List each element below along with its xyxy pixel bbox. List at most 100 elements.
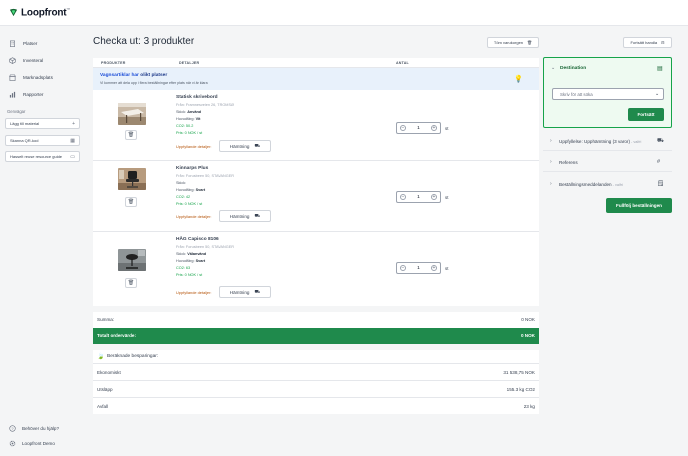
gear-icon bbox=[9, 440, 16, 447]
trash-icon: 🗑 bbox=[527, 40, 533, 45]
saddle-chair-image bbox=[118, 249, 146, 271]
note-icon: 🗒 bbox=[657, 181, 664, 187]
reference-accordion[interactable]: › Referens # bbox=[543, 152, 672, 172]
fulfilment-details-label: Uppfyllande detaljer: bbox=[176, 144, 212, 149]
product-price: Pris: 0 NOK / st bbox=[176, 202, 203, 206]
savings-row: Utsläpp 155.3 kg CO2 bbox=[93, 380, 539, 397]
account-menu[interactable]: Loopfront Demo bbox=[9, 440, 55, 447]
product-co2: CO2: 50.2 bbox=[176, 124, 194, 128]
desk-image bbox=[118, 103, 146, 125]
product-color: Huvudfärg: Svart bbox=[176, 259, 206, 263]
sidebar: Platser Inventeral Marknadsplats Rapport… bbox=[0, 26, 84, 456]
lightbulb-icon: 💡 bbox=[514, 76, 523, 83]
decrement-button[interactable]: − bbox=[400, 194, 406, 200]
pickup-button[interactable]: Hämtning ⛟ bbox=[219, 210, 271, 222]
quantity-unit: st bbox=[445, 126, 449, 131]
add-material-button[interactable]: Lägg till material + bbox=[5, 118, 80, 129]
savings-row: Avfall 23 kg bbox=[93, 397, 539, 414]
cart-table: PRODUKTER DETALJER ANTAL Vagnsartiklar h… bbox=[93, 58, 539, 306]
increment-button[interactable]: + bbox=[430, 265, 437, 271]
sidebar-item-rapporter[interactable]: Rapporter bbox=[9, 91, 43, 98]
order-total-row: Totalt ordervärde: 0 NOK bbox=[93, 328, 539, 344]
column-details: DETALJER bbox=[179, 61, 200, 65]
truck-icon: ⛟ bbox=[657, 138, 664, 144]
savings-panel: 🍃 Beräknade besparingar: Ekonomiskt 31 5… bbox=[93, 350, 539, 414]
chevron-down-icon[interactable]: ⌄ bbox=[551, 65, 555, 71]
pickup-button[interactable]: Hämtning ⛟ bbox=[219, 286, 271, 298]
product-color: Huvudfärg: Vit bbox=[176, 117, 201, 121]
document-icon: ▤ bbox=[657, 66, 663, 72]
product-condition: Skick: bbox=[176, 181, 187, 185]
fulfilment-details-label: Uppfyllande detaljer: bbox=[176, 290, 212, 295]
logo[interactable]: Loopfront™ bbox=[9, 7, 70, 18]
plus-icon: + bbox=[72, 120, 75, 127]
quantity-value: 1 bbox=[417, 194, 420, 200]
trash-icon: 🗑 bbox=[127, 132, 135, 138]
continue-shopping-button[interactable]: Fortsätt handla ⊟ bbox=[623, 37, 672, 48]
svg-text:?: ? bbox=[11, 426, 14, 431]
product-name: HÅG Capisco 8106 bbox=[176, 237, 219, 242]
cart-row: 🗑 Statisk skrivebord Från: Framnesveien … bbox=[93, 91, 539, 161]
location-banner: Vagnsartiklar har olikt platser Vi komme… bbox=[93, 68, 539, 90]
book-icon: ▭ bbox=[70, 153, 75, 160]
cart-row: 🗑 Kinnarps Plus Från: Forusbeen 50, STAV… bbox=[93, 162, 539, 232]
banner-subtitle: Vi kommer att dela upp i flera beställni… bbox=[100, 81, 208, 85]
cart-icon: ⊟ bbox=[661, 40, 665, 45]
product-image bbox=[118, 103, 146, 125]
decrement-button[interactable]: − bbox=[400, 265, 406, 271]
destination-search-select[interactable]: Skriv för att söka ⌄ bbox=[552, 88, 664, 100]
remove-item-button[interactable]: 🗑 bbox=[125, 278, 137, 288]
product-image bbox=[118, 249, 146, 271]
continue-button[interactable]: Fortsätt bbox=[628, 108, 664, 121]
qr-code-icon: ▦ bbox=[70, 137, 75, 144]
remove-item-button[interactable]: 🗑 bbox=[125, 197, 137, 207]
store-icon bbox=[9, 74, 16, 81]
product-image bbox=[118, 168, 146, 190]
scan-qr-button[interactable]: Skanna QR-kod ▦ bbox=[5, 135, 80, 146]
cart-header: PRODUKTER DETALJER ANTAL bbox=[93, 58, 539, 68]
increment-button[interactable]: + bbox=[430, 125, 437, 131]
page-title: Checka ut: 3 produkter bbox=[93, 36, 195, 47]
resource-guide-button[interactable]: Hasselt reuse resource guide ▭ bbox=[5, 151, 80, 162]
product-name: Kinnarps Plus bbox=[176, 166, 209, 171]
fulfilment-accordion[interactable]: › Uppfyllelse: Upphämtning (3 varor) - v… bbox=[543, 131, 672, 151]
chevron-right-icon: › bbox=[550, 181, 552, 187]
building-icon bbox=[10, 40, 15, 47]
trash-icon: 🗑 bbox=[127, 199, 135, 205]
sidebar-item-platser[interactable]: Platser bbox=[9, 40, 37, 47]
order-total-value: 0 NOK bbox=[520, 333, 535, 338]
quantity-value: 1 bbox=[417, 265, 420, 271]
sidebar-item-inventeral[interactable]: Inventeral bbox=[9, 57, 43, 64]
product-color: Huvudfärg: Svart bbox=[176, 188, 206, 192]
quantity-stepper[interactable]: − 1 + bbox=[396, 191, 441, 203]
fulfilment-details-label: Uppfyllande detaljer: bbox=[176, 214, 212, 219]
column-quantity: ANTAL bbox=[396, 61, 409, 65]
savings-title: Beräknade besparingar: bbox=[107, 354, 159, 359]
quantity-stepper[interactable]: − 1 + bbox=[396, 262, 441, 274]
help-circle-icon: ? bbox=[9, 425, 16, 432]
product-price: Pris: 0 NOK / st bbox=[176, 131, 203, 135]
remove-item-button[interactable]: 🗑 bbox=[125, 130, 137, 140]
clear-cart-button[interactable]: Töm varukorgen 🗑 bbox=[487, 37, 539, 48]
sidebar-item-marknadsplats[interactable]: Marknadsplats bbox=[9, 74, 53, 81]
quantity-stepper[interactable]: − 1 + bbox=[396, 122, 441, 134]
column-products: PRODUKTER bbox=[101, 61, 126, 65]
order-message-accordion[interactable]: › Beställningsmeddelanden - valfri 🗒 bbox=[543, 174, 672, 194]
leaf-logo-icon bbox=[9, 9, 18, 17]
product-price: Pris: 0 NOK / st bbox=[176, 273, 203, 277]
complete-order-button[interactable]: Fullfölj beställningen bbox=[606, 198, 672, 213]
decrement-button[interactable]: − bbox=[400, 125, 406, 131]
help-link[interactable]: ? Behöver du hjälp? bbox=[9, 425, 59, 432]
sum-row: Summa: 0 NOK bbox=[93, 312, 539, 328]
sum-label: Summa: bbox=[97, 317, 115, 322]
report-icon bbox=[9, 91, 16, 98]
logo-text: Loopfront™ bbox=[21, 7, 71, 19]
increment-button[interactable]: + bbox=[430, 194, 437, 200]
truck-icon: ⛟ bbox=[254, 212, 261, 218]
hash-icon: # bbox=[657, 159, 661, 165]
cart-row: 🗑 HÅG Capisco 8106 Från: Forusbeen 50, S… bbox=[93, 233, 539, 306]
product-co2: CO2: 42 bbox=[176, 195, 191, 199]
banner-title: Vagnsartiklar har olikt platser bbox=[100, 73, 168, 78]
quantity-value: 1 bbox=[417, 125, 420, 131]
pickup-button[interactable]: Hämtning ⛟ bbox=[219, 140, 271, 152]
